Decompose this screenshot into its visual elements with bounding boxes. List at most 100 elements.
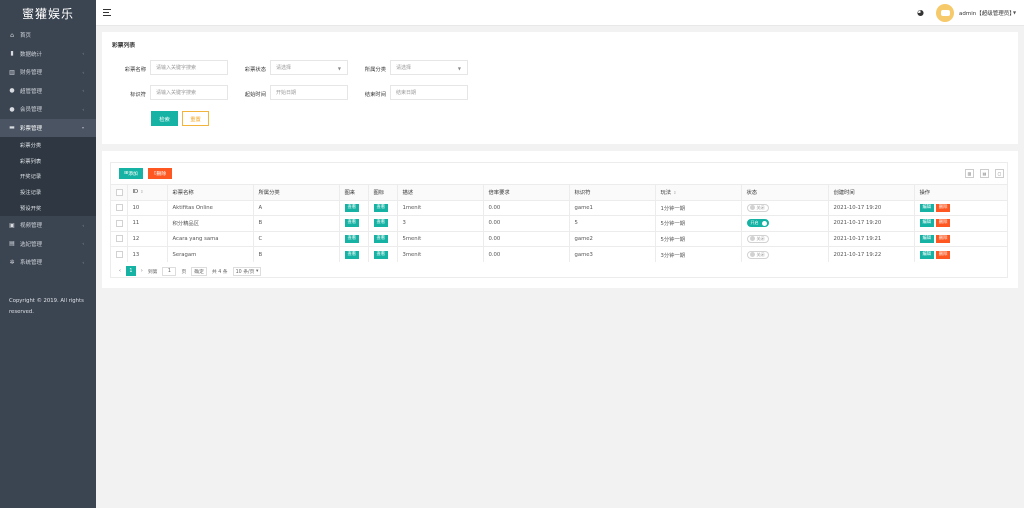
row-created: 2021-10-17 19:21 bbox=[833, 235, 882, 242]
column-header: 倍率要求 bbox=[483, 184, 570, 200]
palette-icon[interactable]: ◕ bbox=[917, 8, 926, 17]
search-button[interactable]: 检索 bbox=[151, 111, 178, 126]
video-icon: ▣ bbox=[9, 221, 15, 229]
view-cover-button[interactable]: 查看 bbox=[344, 219, 360, 228]
delete-row-button[interactable]: 删除 bbox=[935, 250, 951, 259]
status-select-value: 请选择 bbox=[276, 65, 292, 71]
status-toggle[interactable]: 开启 bbox=[746, 219, 769, 228]
copyright: Copyright © 2019. All rights reserved. bbox=[9, 298, 84, 315]
edit-button[interactable]: 编辑 bbox=[919, 234, 935, 243]
prev-page-button[interactable]: ‹ bbox=[119, 269, 121, 274]
chevron-down-icon: ▼ bbox=[337, 66, 341, 71]
sidebar-subitem-1[interactable]: 彩票列表 bbox=[0, 152, 96, 169]
page-number-current[interactable]: 1 bbox=[125, 266, 136, 276]
chevron-left-icon: ‹ bbox=[82, 222, 84, 228]
toggle-label: 关闭 bbox=[756, 251, 765, 257]
view-cover-button[interactable]: 查看 bbox=[344, 203, 360, 212]
sort-icon[interactable]: ⇕ bbox=[673, 190, 676, 195]
sidebar-subitem-0[interactable]: 彩票分类 bbox=[0, 137, 96, 153]
row-desc: 3menit bbox=[402, 251, 422, 258]
sidebar-item-1[interactable]: ▮ 数据统计 ‹ bbox=[0, 45, 96, 64]
view-cover-button[interactable]: 查看 bbox=[344, 234, 360, 243]
menu-toggle-icon[interactable] bbox=[103, 9, 111, 16]
sidebar-item-label: 超管管理 bbox=[20, 88, 43, 95]
row-desc: 3 bbox=[402, 220, 406, 227]
page-jump-input[interactable]: 1 bbox=[162, 266, 177, 276]
name-label: 彩票名称 bbox=[124, 67, 146, 73]
sidebar-item-12[interactable]: ✲ 系统管理 ‹ bbox=[0, 253, 96, 272]
sidebar-subitem-3[interactable]: 投注记录 bbox=[0, 184, 96, 201]
column-header[interactable]: 玩法 ⇕ bbox=[655, 184, 742, 200]
sort-icon[interactable]: ⇕ bbox=[140, 189, 143, 194]
row-created: 2021-10-17 19:20 bbox=[833, 220, 882, 227]
delete-row-button[interactable]: 删除 bbox=[935, 219, 951, 228]
column-header-label: 所属分类 bbox=[258, 190, 280, 197]
edit-button[interactable]: 编辑 bbox=[919, 219, 935, 228]
name-search-input[interactable]: 请输入关键字搜索 bbox=[150, 60, 228, 75]
edit-button[interactable]: 编辑 bbox=[919, 250, 935, 259]
sidebar-subitem-4[interactable]: 预设开奖 bbox=[0, 200, 96, 216]
row-checkbox[interactable] bbox=[116, 204, 123, 212]
view-icon-button[interactable]: 查看 bbox=[373, 234, 389, 243]
column-header-label: 创建时间 bbox=[833, 190, 855, 197]
add-button-label: 添加 bbox=[128, 172, 138, 177]
delete-row-button[interactable]: 删除 bbox=[935, 234, 951, 243]
row-key: game3 bbox=[574, 251, 593, 258]
print-icon[interactable]: ▢ bbox=[995, 169, 1004, 178]
sidebar-item-4[interactable]: ● 会员管理 ‹ bbox=[0, 100, 96, 119]
sidebar-item-11[interactable]: ▤ 选妃管理 ‹ bbox=[0, 234, 96, 253]
column-header-label: 图来 bbox=[344, 190, 356, 197]
batch-delete-button[interactable]: ▯ 删除 bbox=[148, 168, 172, 179]
sidebar-item-10[interactable]: ▣ 视频管理 ‹ bbox=[0, 216, 96, 235]
sidebar-item-0[interactable]: ⌂ 首页 bbox=[0, 26, 96, 45]
status-select[interactable]: 请选择 ▼ bbox=[270, 60, 348, 75]
list-icon: ▤ bbox=[9, 240, 15, 248]
column-header-label: 图标 bbox=[373, 190, 385, 197]
row-key: game2 bbox=[574, 235, 593, 242]
edit-button[interactable]: 编辑 bbox=[919, 203, 935, 212]
row-checkbox[interactable] bbox=[116, 219, 123, 227]
key-search-input[interactable]: 请输入关键字搜索 bbox=[150, 85, 228, 100]
status-toggle[interactable]: 关闭 bbox=[746, 234, 769, 243]
column-header[interactable]: ID ⇕ bbox=[127, 184, 168, 200]
row-checkbox[interactable] bbox=[116, 251, 123, 258]
confirm-page-button[interactable]: 确定 bbox=[191, 266, 207, 276]
columns-filter-icon[interactable]: ▥ bbox=[965, 169, 974, 178]
chevron-left-icon: ‹ bbox=[82, 88, 84, 94]
delete-row-button[interactable]: 删除 bbox=[935, 203, 951, 212]
column-header: 标识符 bbox=[569, 184, 656, 200]
view-icon-button[interactable]: 查看 bbox=[373, 219, 389, 228]
export-icon[interactable]: ▤ bbox=[980, 169, 989, 178]
sidebar-item-3[interactable]: ● 超管管理 ‹ bbox=[0, 82, 96, 101]
reset-button[interactable]: 重置 bbox=[182, 111, 209, 126]
status-toggle[interactable]: 关闭 bbox=[746, 250, 769, 259]
row-id: 10 bbox=[132, 204, 140, 211]
view-icon-button[interactable]: 查看 bbox=[373, 250, 389, 259]
avatar[interactable] bbox=[936, 4, 954, 22]
sidebar-item-2[interactable]: ▥ 财务管理 ‹ bbox=[0, 63, 96, 82]
delete-button-label: 删除 bbox=[156, 172, 167, 177]
toggle-label: 关闭 bbox=[756, 204, 765, 210]
chevron-down-icon[interactable]: ▼ bbox=[1013, 10, 1016, 15]
add-button[interactable]: ⊞ 添加 bbox=[119, 168, 143, 179]
end-date-input[interactable]: 结束日期 bbox=[390, 85, 468, 100]
select-all-checkbox[interactable] bbox=[116, 188, 123, 196]
view-icon-button[interactable]: 查看 bbox=[373, 203, 389, 212]
sidebar-item-label: 彩票管理 bbox=[20, 125, 43, 132]
next-page-button[interactable]: › bbox=[141, 269, 143, 274]
app-logo[interactable]: 蜜獾娱乐 bbox=[0, 0, 96, 26]
row-checkbox[interactable] bbox=[116, 235, 123, 243]
page-size-select[interactable]: 10 条/页 ▾ bbox=[232, 266, 262, 276]
sidebar-item-label: 首页 bbox=[20, 33, 32, 40]
category-select-value: 请选择 bbox=[396, 65, 412, 71]
user-menu[interactable]: admin【超级管理员】 bbox=[959, 9, 1015, 17]
row-category: B bbox=[258, 251, 263, 258]
view-cover-button[interactable]: 查看 bbox=[344, 250, 360, 259]
sidebar-subitem-2[interactable]: 开奖记录 bbox=[0, 168, 96, 185]
sidebar-item-5[interactable]: ▬ 彩票管理 ▾ bbox=[0, 118, 96, 137]
status-toggle[interactable]: 关闭 bbox=[746, 203, 769, 212]
column-header-label: 操作 bbox=[919, 190, 931, 197]
column-header: 操作 bbox=[914, 184, 1007, 200]
category-select[interactable]: 请选择 ▼ bbox=[390, 60, 468, 75]
start-date-input[interactable]: 开始日期 bbox=[270, 85, 348, 100]
